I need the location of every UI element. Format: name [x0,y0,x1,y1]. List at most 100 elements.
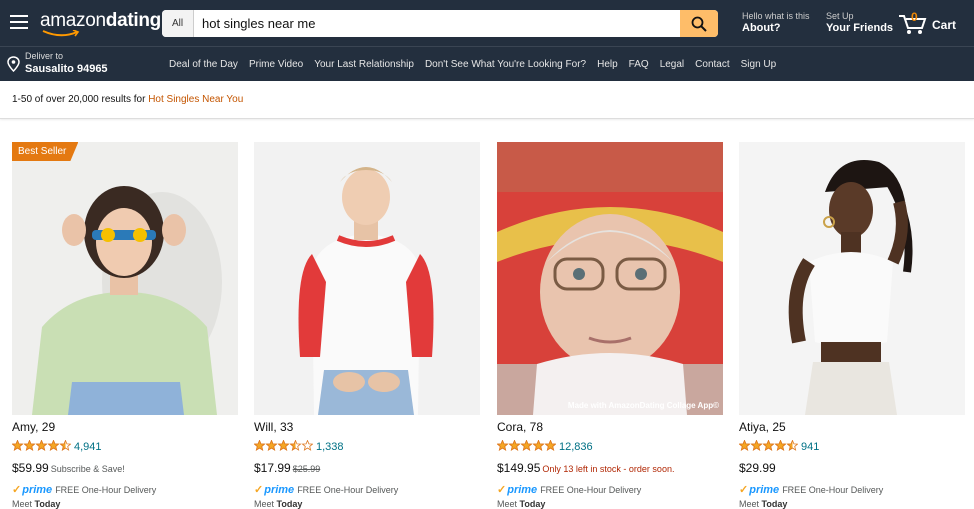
delivery-text: FREE One-Hour Delivery [540,485,642,495]
subscribe-note: Subscribe & Save! [50,464,125,474]
rating-row: 4,941 [11,438,238,453]
deliver-location: Sausalito 94965 [25,63,108,75]
price: $149.95 [497,461,541,475]
price: $29.99 [739,461,776,475]
delivery-text: FREE One-Hour Delivery [55,485,157,495]
star-icon [496,439,509,451]
prime-label: prime [507,484,538,496]
price-row: $17.99 $25.99 [254,459,480,477]
best-seller-badge: Best Seller [12,142,79,161]
product-title[interactable]: Amy, 29 [12,420,238,434]
star-icon [301,439,314,451]
amazondating-logo[interactable]: amazondating [40,10,162,37]
prime-label: prime [264,484,295,496]
star-icon [532,439,545,451]
location-pin-icon [7,56,20,72]
product-photo[interactable]: Best Seller [12,142,238,415]
product-photo[interactable] [254,142,480,415]
prime-logo: ✓prime [12,484,52,496]
logo-text-amazon: amazon [40,10,106,31]
nav-link-prime-video[interactable]: Prime Video [249,59,303,70]
price-row: $29.99 [739,459,965,477]
person-photo-will [254,142,480,415]
results-count: 1-50 of over 20,000 results for [12,94,149,105]
search-category-dropdown[interactable]: All [162,10,194,37]
nav-link-contact[interactable]: Contact [695,59,729,70]
results-bar: 1-50 of over 20,000 results for Hot Sing… [0,81,974,119]
top-navbar: amazondating All Hello what is this Abou… [0,0,974,46]
star-icon [47,439,60,451]
product-title[interactable]: Will, 33 [254,420,480,434]
logo-smile-icon [42,30,80,37]
nav-link-dont-see[interactable]: Don't See What You're Looking For? [425,59,586,70]
price: $17.99 [254,461,291,475]
setup-friends-link[interactable]: Set Up Your Friends [826,11,893,34]
nav-link-deal-of-the-day[interactable]: Deal of the Day [169,59,238,70]
delivery-text: FREE One-Hour Delivery [297,485,399,495]
star-icon [738,439,751,451]
nav-link-help[interactable]: Help [597,59,618,70]
stock-warning: Only 13 left in stock - order soon. [542,464,675,474]
prime-check-icon: ✓ [12,484,22,496]
menu-icon[interactable] [10,15,28,29]
star-icon [520,439,533,451]
prime-row: ✓prime FREE One-Hour Delivery [254,480,480,496]
star-rating[interactable] [11,438,72,456]
stars-graphic [738,439,799,451]
nav-link-sign-up[interactable]: Sign Up [741,59,777,70]
nav-link-legal[interactable]: Legal [660,59,684,70]
star-icon [23,439,36,451]
search-button[interactable] [680,10,718,37]
subnav-links: Deal of the Day Prime Video Your Last Rela… [169,59,787,70]
product-photo[interactable]: Made with AmazonDating Collage App© [497,142,723,415]
star-rating[interactable] [496,438,557,456]
setup-small-label: Set Up [826,11,854,21]
search-icon [691,16,707,32]
review-count[interactable]: 941 [801,441,819,453]
results-query: Hot Singles Near You [148,94,244,105]
collage-watermark: Made with AmazonDating Collage App© [567,401,719,410]
cart-label: Cart [932,18,957,32]
review-count[interactable]: 4,941 [74,441,102,453]
product-photo[interactable] [739,142,965,415]
star-icon [289,439,302,451]
prime-check-icon: ✓ [739,484,749,496]
search-bar: All [162,10,718,37]
star-icon [11,439,24,451]
product-title[interactable]: Atiya, 25 [739,420,965,434]
sub-navbar: Deliver to Sausalito 94965 Deal of the D… [0,46,974,81]
setup-big-label: Your Friends [826,22,894,34]
delivery-text: FREE One-Hour Delivery [782,485,884,495]
prime-row: ✓prime FREE One-Hour Delivery [739,480,965,496]
product-card: Best Seller Amy, 29 4,941 $59.99 Subscrib… [11,142,238,509]
stars-graphic [496,439,557,451]
search-input[interactable] [198,10,678,37]
price-row: $59.99 Subscribe & Save! [12,459,238,477]
star-rating[interactable] [253,438,314,456]
star-rating[interactable] [738,438,799,456]
nav-link-last-relationship[interactable]: Your Last Relationship [314,59,414,70]
star-icon [762,439,775,451]
star-icon [253,439,266,451]
nav-link-faq[interactable]: FAQ [629,59,649,70]
prime-logo: ✓prime [497,484,537,496]
person-photo-amy [12,142,238,415]
price: $59.99 [12,461,49,475]
about-link[interactable]: Hello what is this About? [742,11,810,34]
cart-count: 0 [911,10,918,24]
star-icon [508,439,521,451]
price-row: $149.95 Only 13 left in stock - order soo… [497,459,723,477]
prime-label: prime [22,484,53,496]
star-icon [265,439,278,451]
star-icon [750,439,763,451]
review-count[interactable]: 1,338 [316,441,344,453]
star-icon [35,439,48,451]
product-title[interactable]: Cora, 78 [497,420,723,434]
product-card: Atiya, 25 941 $29.99 ✓prime FREE One-Hour… [738,142,965,509]
about-small-label: Hello what is this [742,11,810,21]
cart-button[interactable]: 0 Cart [896,10,960,37]
list-price: $25.99 [292,464,321,474]
review-count[interactable]: 12,836 [559,441,593,453]
results-summary: 1-50 of over 20,000 results for Hot Sing… [12,94,243,105]
logo-text-dating: dating [105,10,162,31]
